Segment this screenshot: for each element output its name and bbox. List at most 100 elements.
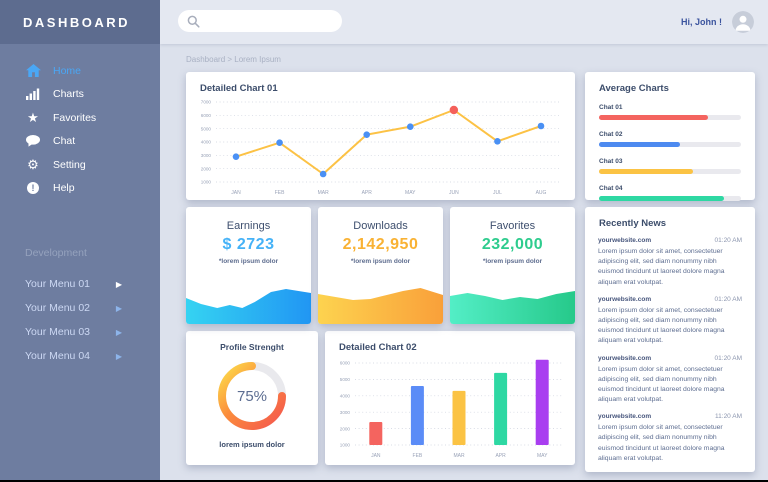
svg-text:APR: APR [495,453,506,459]
profile-strength-title: Profile Strenght [186,342,318,352]
chat-icon [25,135,41,147]
progress-fill [599,196,724,201]
sidebar-item-chat[interactable]: Chat [0,130,160,154]
average-bar-row: Chat 01 [585,104,755,120]
svg-text:MAR: MAR [453,453,465,459]
sidebar-item-label: Charts [53,88,84,100]
detailed-chart-02-card: Detailed Chart 02 1000200030004000500060… [325,331,575,465]
news-time: 01:20 AM [715,355,742,362]
sidebar-item-setting[interactable]: ⚙ Setting [0,153,160,177]
dev-item-label: Your Menu 03 [25,326,90,338]
average-charts-card: Average Charts Chat 01 Chat 02 Chat 03 Chat… [585,72,755,200]
svg-text:MAY: MAY [537,453,548,459]
svg-text:4000: 4000 [201,140,212,145]
svg-text:JUN: JUN [449,190,459,196]
sidebar-section-development: Development [0,247,160,259]
line-chart: 1000200030004000500060007000JANFEBMARAPR… [186,94,575,198]
svg-text:1000: 1000 [340,443,351,448]
stat-note: *lorem ipsum dolor [318,258,443,265]
sidebar-item-label: Favorites [53,112,96,124]
dev-item-label: Your Menu 02 [25,302,90,314]
news-item[interactable]: yourwebsite.com11:20 AMLorem ipsum dolor… [585,413,755,464]
stat-note: *lorem ipsum dolor [450,258,575,265]
sidebar-dev-item-2[interactable]: Your Menu 02 ▶ [0,296,160,320]
average-bar-row: Chat 02 [585,131,755,147]
sidebar-item-home[interactable]: Home [0,59,160,83]
stat-note: *lorem ipsum dolor [186,258,311,265]
sidebar-item-favorites[interactable]: ★ Favorites [0,106,160,130]
news-time: 01:20 AM [715,296,742,303]
svg-text:2000: 2000 [201,166,212,171]
sidebar-item-label: Help [53,182,75,194]
news-item[interactable]: yourwebsite.com01:20 AMLorem ipsum dolor… [585,237,755,288]
main-content: Dashboard > Lorem Ipsum Detailed Chart 0… [160,44,768,482]
help-icon: ! [25,182,41,194]
progress-track [599,115,741,120]
donut-percent: 75% [214,358,290,434]
sidebar-dev-item-1[interactable]: Your Menu 01▶ [0,272,160,296]
svg-text:JAN: JAN [231,190,241,196]
sidebar-dev-menu: Your Menu 01▶Your Menu 02▶Your Menu 03▶Y… [0,272,160,368]
stat-card-earnings: Earnings$ 2723*lorem ipsum dolor [186,207,311,324]
progress-fill [599,169,693,174]
news-source: yourwebsite.com [598,237,651,244]
news-source: yourwebsite.com [598,296,651,303]
sidebar-dev-item-3[interactable]: Your Menu 03 ▶ [0,320,160,344]
news-item[interactable]: yourwebsite.com01:20 AMLorem ipsum dolor… [585,355,755,406]
recently-news-title: Recently News [585,207,755,229]
average-bar-label: Chat 03 [599,158,741,165]
donut-chart: 75% [214,358,290,434]
stat-value: 232,000 [450,236,575,254]
svg-text:JUL: JUL [493,190,502,196]
svg-text:6000: 6000 [340,361,351,366]
search-bar[interactable] [178,10,342,32]
svg-text:1000: 1000 [201,180,212,185]
stat-value: 2,142,950 [318,236,443,254]
svg-text:4000: 4000 [340,394,351,399]
stats-row: Earnings$ 2723*lorem ipsum dolor Download… [186,207,575,324]
search-input[interactable] [206,16,333,26]
area-sparkline [318,284,443,324]
svg-text:FEB: FEB [413,453,423,459]
dev-item-label: Your Menu 01 [25,278,90,290]
svg-text:MAY: MAY [405,190,416,196]
average-bar-row: Chat 04 [585,185,755,201]
sidebar: DASHBOARD Home Charts ★ Favorites Chat ⚙ Setti… [0,0,160,482]
area-sparkline [186,284,311,324]
app-logo: DASHBOARD [0,0,160,44]
svg-text:7000: 7000 [201,100,212,105]
news-time: 11:20 AM [715,413,742,420]
average-bar-label: Chat 04 [599,185,741,192]
search-icon [187,15,200,28]
gear-icon: ⚙ [25,158,41,171]
average-charts-title: Average Charts [585,72,755,94]
svg-text:5000: 5000 [201,126,212,131]
news-body: Lorem ipsum dolor sit amet, consectetuer… [598,365,742,406]
detailed-chart-01-title: Detailed Chart 01 [186,72,575,94]
star-icon: ★ [25,111,41,124]
svg-text:MAR: MAR [318,190,330,196]
chevron-right-icon: ▶ [116,304,122,313]
news-body: Lorem ipsum dolor sit amet, consectetuer… [598,306,742,347]
average-bar-label: Chat 01 [599,104,741,111]
home-icon [25,64,41,77]
sidebar-item-help[interactable]: ! Help [0,177,160,201]
sidebar-menu: Home Charts ★ Favorites Chat ⚙ Setting! Help [0,59,160,200]
progress-track [599,169,741,174]
sidebar-item-charts[interactable]: Charts [0,83,160,107]
charts-icon [25,88,41,100]
sidebar-item-label: Setting [53,159,86,171]
news-item[interactable]: yourwebsite.com 01:20 AM Lorem ipsum dolor… [585,296,755,347]
avatar[interactable] [732,11,754,33]
progress-fill [599,115,708,120]
chevron-right-icon: ▶ [116,328,122,337]
breadcrumb: Dashboard > Lorem Ipsum [186,55,768,64]
average-bar-label: Chat 02 [599,131,741,138]
svg-text:AUG: AUG [536,190,547,196]
sidebar-item-label: Home [53,65,81,77]
user-greeting: Hi, John ! [681,17,722,27]
stat-title: Downloads [318,220,443,232]
news-list: yourwebsite.com 01:20 AM Lorem ipsum dolor… [585,237,755,464]
user-icon [732,11,754,33]
sidebar-dev-item-4[interactable]: Your Menu 04▶ [0,344,160,368]
